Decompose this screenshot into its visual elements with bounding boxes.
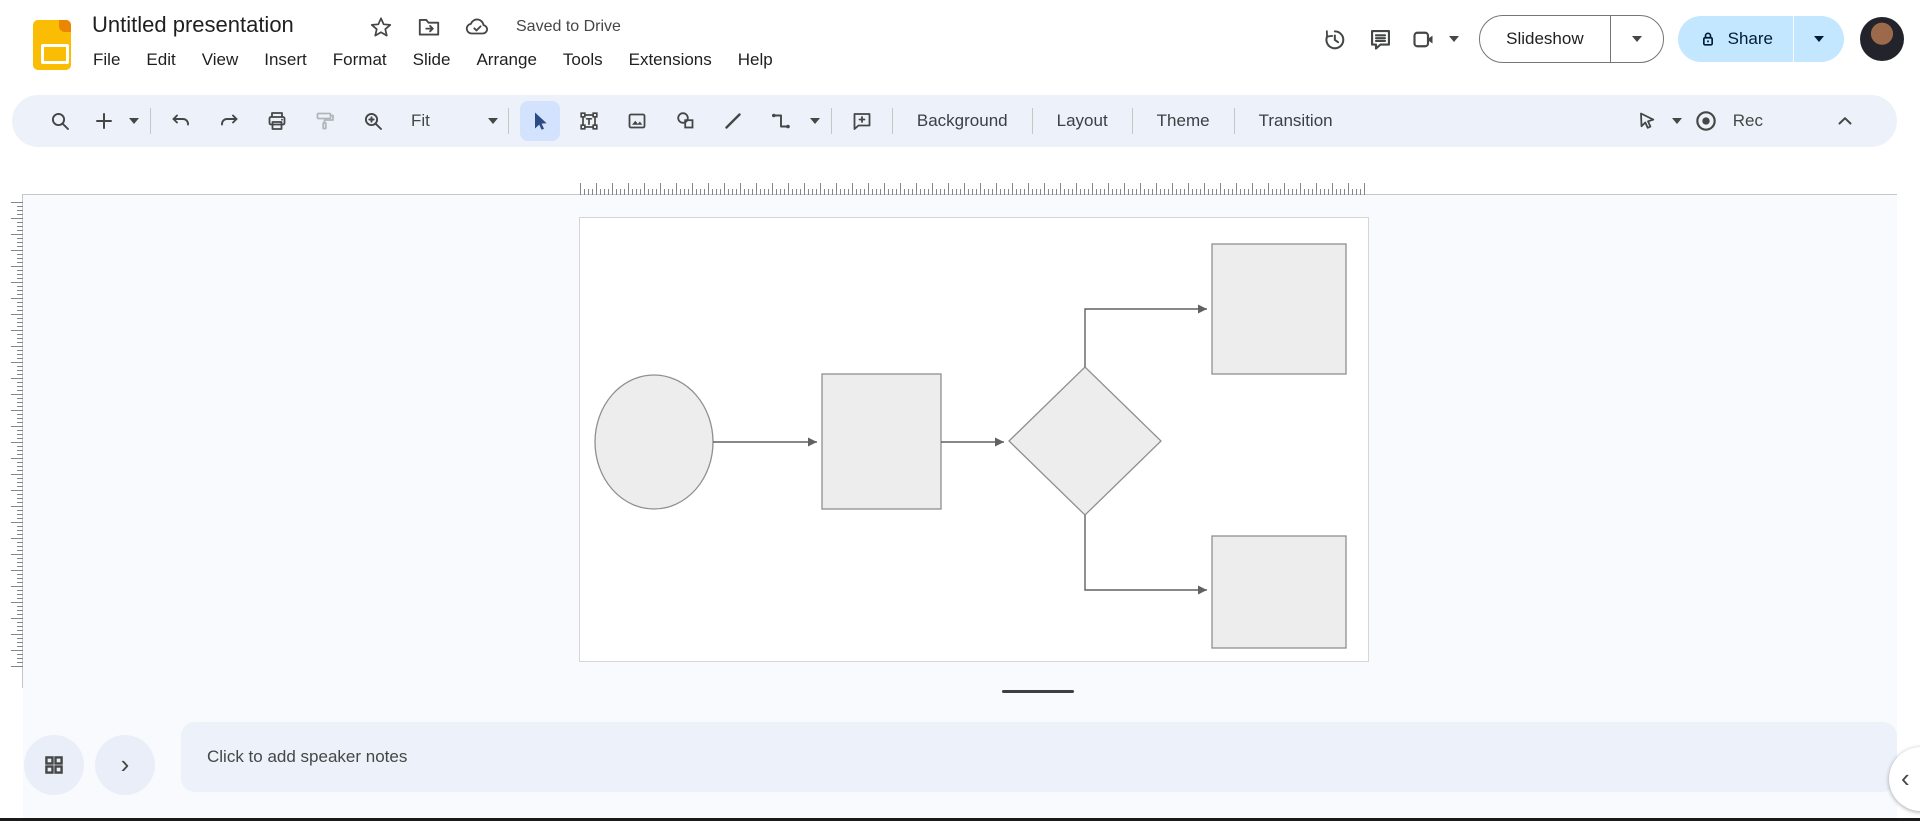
horizontal-ruler [580,182,1367,195]
grid-view-button[interactable] [24,735,84,795]
layout-button[interactable]: Layout [1039,95,1126,147]
slides-logo-icon[interactable] [33,20,71,70]
toolbar-divider [1132,108,1133,134]
cursor-icon [528,109,552,133]
toolbar-divider [1032,108,1033,134]
connector-line[interactable] [1085,309,1207,367]
diamond-shape[interactable] [1009,367,1161,515]
insert-line-button[interactable] [709,95,757,147]
menu-file[interactable]: File [80,44,133,76]
star-icon[interactable] [368,14,394,40]
toolbar-divider [508,108,509,134]
connector-arrowhead [1198,305,1207,314]
toolbar-left-group: Fit [36,95,1351,147]
logo-page [41,44,69,64]
title-meta: Saved to Drive [368,14,621,40]
logo-fold [59,20,71,32]
slide-shapes-svg [580,218,1368,661]
redo-button[interactable] [205,95,253,147]
zoom-caret-icon [488,118,498,124]
toolbar-divider [892,108,893,134]
undo-button[interactable] [157,95,205,147]
chevron-right-icon: › [121,751,130,777]
rect-shape[interactable] [1212,536,1346,648]
menu-edit[interactable]: Edit [133,44,188,76]
header-actions: Slideshow Share [1311,15,1904,63]
record-icon[interactable] [1687,95,1725,147]
share-button[interactable]: Share [1678,29,1793,49]
menu-insert[interactable]: Insert [251,44,320,76]
new-slide-caret-icon[interactable] [124,95,144,147]
connector-arrowhead [1198,586,1207,595]
menu-help[interactable]: Help [725,44,786,76]
header: Untitled presentation Saved to Drive [0,0,1920,96]
connector-arrowhead [808,438,817,447]
transition-button[interactable]: Transition [1241,95,1351,147]
comments-icon[interactable] [1357,16,1403,62]
toolbar-divider [831,108,832,134]
toolbar-right-group: Rec [1627,95,1869,147]
select-tool-button[interactable] [520,101,560,141]
notes-resize-handle[interactable] [1002,690,1074,693]
speaker-notes[interactable]: Click to add speaker notes [181,722,1897,792]
slide-page[interactable] [579,217,1369,662]
toolbar: Fit [12,95,1897,147]
share-split-button: Share [1678,16,1844,62]
grid-view-icon [41,752,67,778]
version-history-icon[interactable] [1311,16,1357,62]
theme-button[interactable]: Theme [1139,95,1228,147]
slideshow-options-caret[interactable] [1610,16,1663,62]
menu-tools[interactable]: Tools [550,44,616,76]
lock-icon [1698,29,1718,49]
chevron-left-icon: ‹ [1889,765,1910,791]
zoom-icon[interactable] [349,95,397,147]
menubar: File Edit View Insert Format Slide Arran… [80,44,786,76]
menu-extensions[interactable]: Extensions [616,44,725,76]
menu-view[interactable]: View [189,44,252,76]
speaker-notes-placeholder: Click to add speaker notes [181,722,1897,792]
menu-arrange[interactable]: Arrange [463,44,549,76]
saved-cloud-icon[interactable] [464,14,490,40]
saved-status[interactable]: Saved to Drive [516,18,621,36]
text-box-tool-button[interactable] [565,95,613,147]
expand-filmstrip-button[interactable]: › [95,735,155,795]
rect-shape[interactable] [1212,244,1346,374]
rect-shape[interactable] [822,374,941,509]
background-button[interactable]: Background [899,95,1026,147]
insert-image-button[interactable] [613,95,661,147]
insert-shape-button[interactable] [661,95,709,147]
camera-dropdown-caret-icon[interactable] [1443,16,1465,62]
google-slides-app: Untitled presentation Saved to Drive [0,0,1920,821]
move-folder-icon[interactable] [416,14,442,40]
paint-format-button[interactable] [301,95,349,147]
add-comment-button[interactable] [838,95,886,147]
menu-slide[interactable]: Slide [400,44,464,76]
connector-arrowhead [995,438,1004,447]
zoom-select[interactable]: Fit [401,103,498,139]
search-menus-icon[interactable] [36,95,84,147]
zoom-value: Fit [401,111,436,131]
toolbar-divider [1234,108,1235,134]
connector-caret-icon[interactable] [805,95,825,147]
ellipse-shape[interactable] [595,375,713,509]
slideshow-button[interactable]: Slideshow [1480,29,1610,49]
menu-format[interactable]: Format [320,44,400,76]
meet-camera-icon[interactable] [1403,16,1443,62]
rec-label[interactable]: Rec [1733,111,1763,131]
account-avatar[interactable] [1860,17,1904,61]
laser-pointer-button[interactable] [1627,95,1667,147]
print-button[interactable] [253,95,301,147]
slideshow-split-button: Slideshow [1479,15,1664,63]
document-title[interactable]: Untitled presentation [92,12,294,38]
share-label: Share [1728,29,1773,49]
toolbar-divider [150,108,151,134]
connector-line[interactable] [1085,515,1207,590]
share-options-caret[interactable] [1794,16,1844,62]
new-slide-button[interactable] [84,95,124,147]
vertical-ruler [10,202,23,667]
insert-connector-button[interactable] [757,95,805,147]
collapse-toolbar-button[interactable] [1821,95,1869,147]
laser-caret-icon[interactable] [1667,95,1687,147]
